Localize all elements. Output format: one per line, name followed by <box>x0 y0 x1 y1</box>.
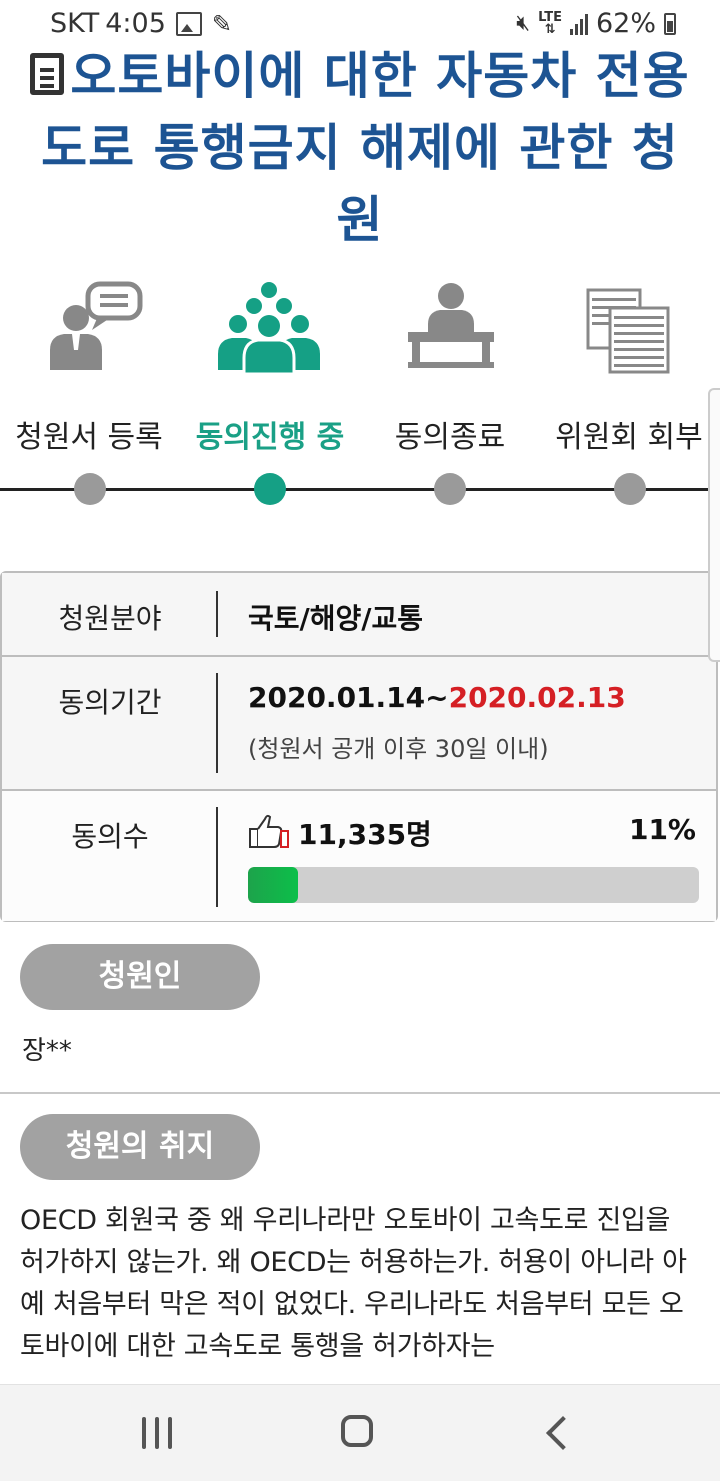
column-divider <box>216 673 218 773</box>
step-label-committee: 위원회 회부 <box>555 420 703 455</box>
thumbs-up-icon <box>249 814 289 848</box>
period-value: 2020.01.14~2020.02.13 <box>248 681 626 714</box>
period-row: 동의기간 2020.01.14~2020.02.13 (청원서 공개 이후 30… <box>2 657 716 791</box>
document-stack-icon <box>586 288 670 374</box>
recent-apps-icon[interactable] <box>142 1417 172 1449</box>
pen-notification-icon: ✎ <box>211 9 232 38</box>
purpose-text: OECD 회원국 중 왜 우리나라만 오토바이 고속도로 진입을 허가하지 않는… <box>20 1205 687 1362</box>
period-label: 동의기간 <box>58 686 162 719</box>
purpose-heading: 청원의 취지 <box>20 1114 260 1180</box>
page-title-text: 오토바이에 대한 자동차 전용도로 통행금지 해제에 관한 청원 <box>41 47 690 249</box>
scroll-handle[interactable] <box>708 388 720 662</box>
category-label: 청원분야 <box>58 602 162 635</box>
petitioner-name: 장** <box>22 1036 72 1066</box>
column-divider <box>216 591 218 637</box>
agree-progress-bar <box>248 867 699 903</box>
period-start: 2020.01.14~ <box>248 681 449 714</box>
mute-icon: 🔇︎ <box>516 11 531 36</box>
group-people-icon <box>218 282 320 376</box>
person-podium-icon <box>408 283 494 368</box>
timeline-dot-register <box>74 473 106 505</box>
battery-icon <box>664 12 676 35</box>
category-value: 국토/해양/교통 <box>248 602 424 635</box>
period-note: (청원서 공개 이후 30일 이내) <box>248 735 549 763</box>
agree-label: 동의수 <box>71 820 149 853</box>
timeline-dot-in-progress <box>254 473 286 505</box>
agree-count: 11,335명 <box>298 818 432 851</box>
navigation-bar <box>0 1384 720 1481</box>
category-row: 청원분야 국토/해양/교통 <box>2 573 716 657</box>
signal-icon <box>569 13 588 35</box>
petition-info-table: 청원분야 국토/해양/교통 동의기간 2020.01.14~2020.02.13… <box>0 571 718 922</box>
status-left: SKT 4:05 ✎ <box>50 8 232 39</box>
home-icon[interactable] <box>341 1415 373 1447</box>
lte-icon: LTE ⇅ <box>538 9 562 37</box>
column-divider <box>216 807 218 907</box>
agree-progress-fill <box>248 867 298 903</box>
back-icon[interactable] <box>546 1416 580 1450</box>
carrier-label: SKT <box>50 8 100 39</box>
page-title: 오토바이에 대한 자동차 전용도로 통행금지 해제에 관한 청원 <box>30 40 690 256</box>
gallery-notification-icon <box>175 11 202 36</box>
step-label-register: 청원서 등록 <box>15 420 163 455</box>
step-label-in-progress: 동의진행 중 <box>195 420 345 455</box>
timeline-dot-committee <box>614 473 646 505</box>
progress-timeline <box>0 488 720 491</box>
person-speech-icon <box>50 281 143 370</box>
section-divider <box>0 1092 720 1094</box>
status-right: 🔇︎ LTE ⇅ 62% <box>516 8 676 39</box>
document-icon <box>30 53 65 95</box>
petitioner-heading: 청원인 <box>20 944 260 1010</box>
agree-row: 동의수 11,335명 11% <box>2 791 716 921</box>
battery-percent: 62% <box>595 8 656 39</box>
timeline-dot-closed <box>434 473 466 505</box>
step-label-closed: 동의종료 <box>394 420 506 455</box>
period-end: 2020.02.13 <box>448 681 626 714</box>
agree-percent: 11% <box>628 813 696 846</box>
clock: 4:05 <box>105 8 166 39</box>
